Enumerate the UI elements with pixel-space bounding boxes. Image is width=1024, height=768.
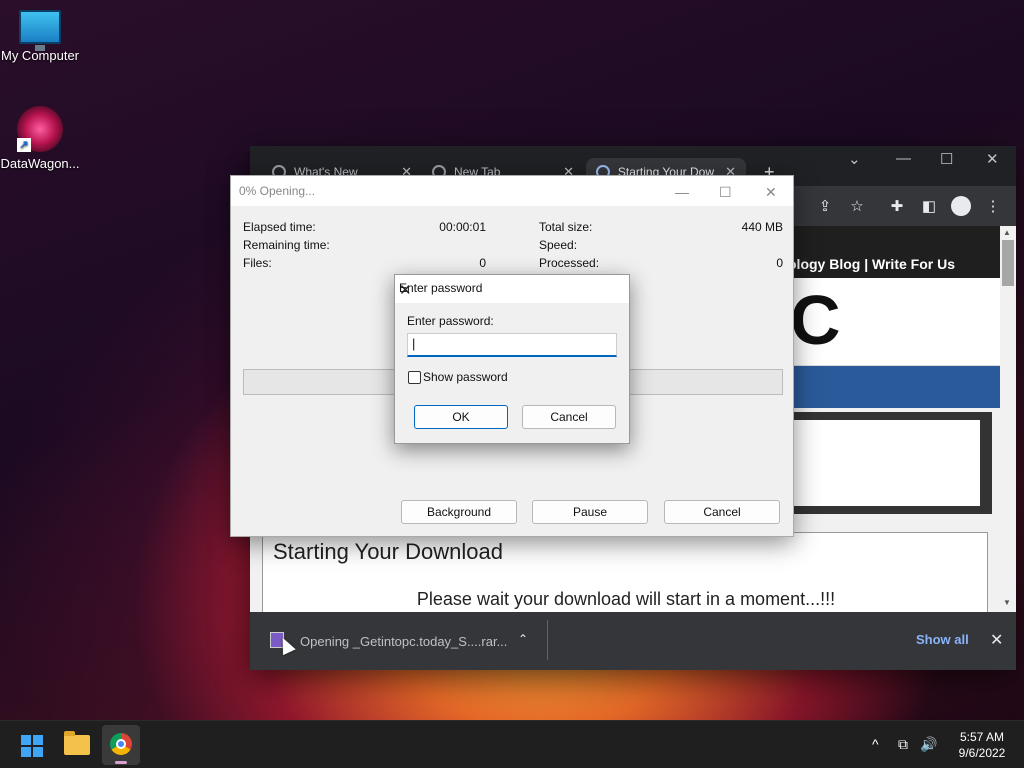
minimize-button[interactable]: — — [675, 184, 689, 200]
ok-button[interactable]: OK — [414, 405, 508, 429]
desktop-icon-label: DataWagon... — [0, 156, 80, 171]
taskbar: ^ ⧉ 🔊 5:57 AM 9/6/2022 — [0, 720, 1024, 768]
elapsed-time-label: Elapsed time: — [243, 220, 316, 234]
chrome-icon — [110, 733, 132, 755]
pause-button[interactable]: Pause — [532, 500, 648, 524]
desktop-icon-my-computer[interactable]: My Computer — [0, 10, 80, 63]
active-indicator — [115, 761, 127, 764]
files-value: 0 — [479, 256, 486, 270]
download-bar-close-icon[interactable]: ✕ — [990, 630, 1003, 650]
dialog-titlebar: Enter password ✕ — [395, 275, 629, 303]
maximize-button[interactable]: ☐ — [719, 184, 732, 201]
cancel-button[interactable]: Cancel — [522, 405, 616, 429]
password-field-label: Enter password: — [407, 314, 494, 328]
processed-value: 0 — [776, 256, 783, 270]
total-size-label: Total size: — [539, 220, 593, 234]
side-panel-icon[interactable]: ◧ — [920, 197, 938, 215]
clock-time: 5:57 AM — [959, 730, 1005, 744]
site-nav-links[interactable]: ology Blog | Write For Us — [788, 256, 955, 272]
clock[interactable]: 5:57 AM 9/6/2022 — [944, 729, 1020, 761]
share-icon[interactable]: ⇪ — [816, 197, 834, 215]
scroll-up-icon[interactable]: ▲ — [1003, 228, 1011, 237]
text-cursor: | — [412, 336, 416, 351]
taskbar-chrome-button[interactable] — [102, 725, 140, 765]
tab-search-icon[interactable]: ⌄ — [848, 150, 861, 168]
download-card: Starting Your Download Please wait your … — [262, 532, 988, 612]
scroll-down-icon[interactable]: ▼ — [1003, 598, 1011, 607]
elapsed-time-value: 00:00:01 — [439, 220, 486, 234]
cancel-button[interactable]: Cancel — [664, 500, 780, 524]
dialog-title: 0% Opening... — [239, 184, 316, 198]
datawagon-flower-icon: ↗ — [17, 106, 63, 152]
site-logo[interactable]: C — [790, 280, 841, 360]
file-explorer-icon[interactable] — [64, 731, 90, 755]
network-icon[interactable]: ⧉ — [898, 736, 908, 753]
download-bar: Opening _Getintopc.today_S....rar... ⌃ S… — [250, 612, 1016, 670]
close-icon[interactable]: ✕ — [399, 281, 412, 299]
processed-label: Processed: — [539, 256, 600, 270]
monitor-icon — [19, 10, 61, 51]
download-item[interactable]: Opening _Getintopc.today_S....rar... — [300, 634, 507, 649]
show-all-link[interactable]: Show all — [916, 632, 969, 647]
remaining-time-label: Remaining time: — [243, 238, 330, 252]
menu-icon[interactable]: ⋮ — [984, 197, 1002, 215]
show-password-label[interactable]: Show password — [423, 370, 508, 384]
dialog-titlebar: 0% Opening... — ☐ ✕ — [231, 176, 793, 206]
files-label: Files: — [243, 256, 272, 270]
shortcut-arrow-icon: ↗ — [17, 138, 31, 152]
password-input[interactable]: | — [407, 333, 617, 357]
profile-icon[interactable] — [951, 196, 971, 216]
close-button[interactable]: ✕ — [986, 150, 999, 168]
extensions-icon[interactable]: ✚ — [888, 197, 906, 215]
scrollbar-thumb[interactable] — [1002, 240, 1014, 286]
password-dialog: Enter password ✕ Enter password: | Show … — [394, 274, 630, 444]
ad-frame — [780, 412, 992, 514]
show-password-checkbox[interactable] — [408, 371, 421, 384]
page-heading: Starting Your Download — [273, 539, 503, 564]
show-hidden-icons-icon[interactable]: ^ — [872, 736, 879, 752]
total-size-value: 440 MB — [741, 220, 783, 234]
background-button[interactable]: Background — [401, 500, 517, 524]
page-scrollbar[interactable]: ▲ ▼ — [1000, 226, 1016, 612]
desktop-icon-datawagon[interactable]: ↗ DataWagon... — [0, 106, 80, 171]
clock-date: 9/6/2022 — [958, 746, 1006, 760]
close-button[interactable]: ✕ — [765, 184, 777, 201]
chevron-up-icon[interactable]: ⌃ — [518, 632, 528, 646]
volume-icon[interactable]: 🔊 — [920, 736, 937, 753]
bookmark-star-icon[interactable]: ☆ — [848, 197, 866, 215]
speed-label: Speed: — [539, 238, 578, 252]
divider — [547, 620, 548, 660]
minimize-button[interactable]: — — [896, 150, 911, 167]
maximize-button[interactable]: ☐ — [940, 150, 953, 168]
page-message: Please wait your download will start in … — [416, 589, 836, 609]
start-icon[interactable] — [21, 735, 43, 757]
